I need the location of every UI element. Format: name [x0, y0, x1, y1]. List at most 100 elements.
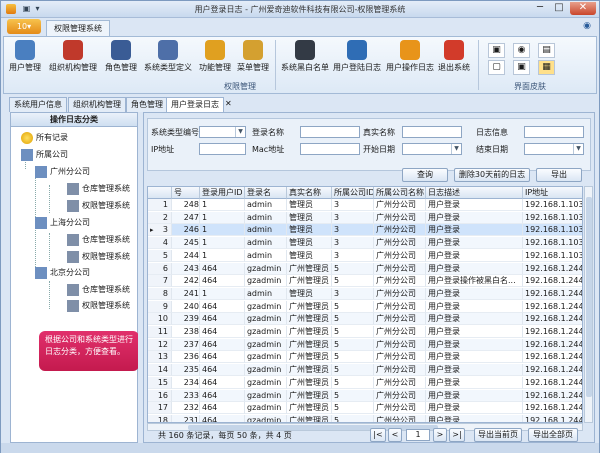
end-date-picker[interactable]: ▼ [524, 143, 584, 155]
vertical-scrollbar[interactable] [584, 186, 593, 423]
table-row[interactable]: 8 241 1 admin 管理员 3 广州分公司 用户登录 192.168.1.244 [148, 287, 582, 300]
table-row[interactable]: 6 243 464 gzadmin 广州管理员 5 广州分公司 用户登录 192.168.1.2… [148, 262, 582, 275]
org-manage-button[interactable]: 组织机构管理 [48, 39, 98, 79]
table-row[interactable]: 9 240 464 gzadmin 广州管理员 5 广州分公司 用户登录 192.168.1.2… [148, 300, 582, 313]
skin-option-5[interactable]: ▣ [513, 60, 530, 75]
scrollbar-thumb[interactable] [586, 197, 592, 397]
real-name-input[interactable] [402, 126, 462, 138]
table-cell: 464 [200, 364, 245, 377]
system-icon [67, 299, 79, 312]
system-type-combo[interactable]: ▼ [199, 126, 246, 138]
log-info-input[interactable] [524, 126, 584, 138]
real-name-header[interactable]: 真实名称 [287, 187, 332, 199]
table-row[interactable]: 2 247 1 admin 管理员 3 广州分公司 用户登录 192.168.1.103 [148, 211, 582, 224]
table-row[interactable]: 14 235 464 gzadmin 广州管理员 5 广州分公司 用户登录 192.168.1.… [148, 364, 582, 377]
tab-close-icon[interactable]: ✕ [221, 97, 236, 112]
menu-manage-button[interactable]: 菜单管理 [235, 39, 271, 79]
table-row[interactable]: 12 237 464 gzadmin 广州管理员 5 广州分公司 用户登录 192.168.1.… [148, 338, 582, 351]
tab-role-manage[interactable]: 角色管理 [126, 97, 168, 112]
row-number-header[interactable] [148, 187, 172, 199]
table-row[interactable]: 13 236 464 gzadmin 广州管理员 5 广州分公司 用户登录 192.168.1.… [148, 351, 582, 364]
table-cell: gzadmin [245, 402, 287, 415]
minimize-button[interactable]: ─ [531, 2, 549, 15]
page-number-input[interactable]: 1 [406, 429, 430, 441]
table-row[interactable]: 5 244 1 admin 管理员 3 广州分公司 用户登录 192.168.1.103 [148, 249, 582, 262]
tree-node-bj-warehouse[interactable]: 仓库管理系统 [67, 283, 130, 297]
login-log-button[interactable]: 用户登陆日志 [332, 39, 382, 79]
tree-node-sh-warehouse[interactable]: 仓库管理系统 [67, 233, 130, 247]
table-row[interactable]: 1 248 1 admin 管理员 3 广州分公司 用户登录 192.168.1.103 [148, 199, 582, 211]
tab-login-log[interactable]: 用户登录日志 [166, 97, 224, 112]
tree-node-company[interactable]: 所属公司 [21, 148, 68, 162]
login-name-header[interactable]: 登录名 [245, 187, 287, 199]
table-cell: 用户登录 [426, 287, 523, 300]
app-menu-button[interactable]: 10▾ [7, 19, 41, 34]
table-row[interactable]: 4 245 1 admin 管理员 3 广州分公司 用户登录 192.168.1.103 [148, 237, 582, 250]
query-button[interactable]: 查询 [402, 168, 448, 182]
tree-node-beijing[interactable]: 北京分公司 [35, 266, 90, 280]
tab-org-manage[interactable]: 组织机构管理 [68, 97, 126, 112]
tree-node-sh-permission[interactable]: 权限管理系统 [67, 250, 130, 264]
user-manage-button[interactable]: 用户管理 [8, 39, 42, 79]
login-user-id-header[interactable]: 登录用户ID [200, 187, 245, 199]
operation-log-button[interactable]: 用户操作日志 [385, 39, 435, 79]
table-cell: 管理员 [287, 211, 332, 224]
table-cell: 192.168.1.103 [523, 225, 583, 237]
function-manage-button[interactable]: 功能管理 [198, 39, 232, 79]
next-page-button[interactable]: > [433, 428, 447, 442]
tree-node-all[interactable]: 所有记录 [21, 131, 68, 145]
table-row[interactable]: 3 246 1 admin 管理员 3 广州分公司 用户登录 192.168.1.103 ▸ [148, 224, 583, 237]
ribbon: 用户管理 组织机构管理 角色管理 系统类型定义 功能管理 菜单管理 系统黑白名单… [3, 36, 597, 94]
table-row[interactable]: 10 239 464 gzadmin 广州管理员 5 广州分公司 用户登录 192.168.1.… [148, 313, 582, 326]
maximize-button[interactable]: □ [550, 2, 568, 15]
company-id-header[interactable]: 所属公司ID [332, 187, 374, 199]
first-page-button[interactable]: |< [370, 428, 386, 442]
company-name-header[interactable]: 所属公司名称 [374, 187, 426, 199]
close-button[interactable]: ✕ [570, 2, 596, 15]
log-content-panel: 系统类型编号 ▼ 登录名称 真实名称 日志信息 IP地址 Mac地址 开始日期 … [143, 112, 595, 443]
last-page-button[interactable]: >| [449, 428, 465, 442]
tree-node-shanghai[interactable]: 上海分公司 [35, 216, 90, 230]
skin-option-3[interactable]: ▤ [538, 43, 555, 58]
id-header[interactable]: 号 [172, 187, 200, 199]
skin-option-1[interactable]: ▣ [488, 43, 505, 58]
tree-node-guangzhou[interactable]: 广州分公司 [35, 165, 90, 179]
tree-node-gz-warehouse[interactable]: 仓库管理系统 [67, 182, 130, 196]
tab-system-users[interactable]: 系统用户信息 [9, 97, 67, 112]
table-row[interactable]: 15 234 464 gzadmin 广州管理员 5 广州分公司 用户登录 192.168.1.… [148, 376, 582, 389]
prev-page-button[interactable]: < [388, 428, 402, 442]
export-all-pages-button[interactable]: 导出全部页 [528, 428, 578, 442]
table-row[interactable]: 18 231 464 gzadmin 广州管理员 5 广州分公司 用户登录 192.168.1.… [148, 414, 582, 422]
export-current-page-button[interactable]: 导出当前页 [474, 428, 522, 442]
skin-option-4[interactable]: ▢ [488, 60, 505, 75]
skin-option-2[interactable]: ◉ [513, 43, 530, 58]
tree-node-bj-permission[interactable]: 权限管理系统 [67, 299, 130, 313]
table-row[interactable]: 11 238 464 gzadmin 广州管理员 5 广州分公司 用户登录 192.168.1.… [148, 326, 582, 338]
mac-input[interactable] [300, 143, 360, 155]
help-icon[interactable]: ◉ [583, 21, 591, 31]
system-icon [67, 250, 79, 263]
exit-button[interactable]: 退出系统 [437, 39, 471, 79]
current-row-marker-icon: ▸ [150, 226, 154, 235]
delete-old-logs-button[interactable]: 删除30天前的日志 [454, 168, 530, 182]
table-cell: 464 [200, 326, 245, 338]
table-cell: 用户登录 [426, 313, 523, 326]
table-cell: 广州管理员 [287, 262, 332, 275]
start-date-picker[interactable]: ▼ [402, 143, 462, 155]
table-cell: 广州分公司 [374, 402, 426, 415]
login-name-input[interactable] [300, 126, 360, 138]
role-manage-button[interactable]: 角色管理 [103, 39, 139, 79]
export-button[interactable]: 导出 [536, 168, 582, 182]
ribbon-tab-permission[interactable]: 权限管理系统 [46, 20, 110, 36]
tree-node-gz-permission[interactable]: 权限管理系统 [67, 199, 130, 213]
table-row[interactable]: 17 232 464 gzadmin 广州管理员 5 广州分公司 用户登录 192.168.1.… [148, 402, 582, 415]
log-description-header[interactable]: 日志描述 [426, 187, 523, 199]
skin-option-6[interactable]: ▦ [538, 60, 555, 75]
exit-icon [444, 40, 464, 60]
system-type-button[interactable]: 系统类型定义 [143, 39, 193, 79]
ip-address-header[interactable]: IP地址 [523, 187, 582, 199]
table-row[interactable]: 7 242 464 gzadmin 广州管理员 5 广州分公司 用户登录操作被黑白名... 19… [148, 275, 582, 288]
ip-input[interactable] [199, 143, 246, 155]
blacklist-button[interactable]: 系统黑白名单 [280, 39, 330, 79]
table-row[interactable]: 16 233 464 gzadmin 广州管理员 5 广州分公司 用户登录 192.168.1.… [148, 389, 582, 402]
